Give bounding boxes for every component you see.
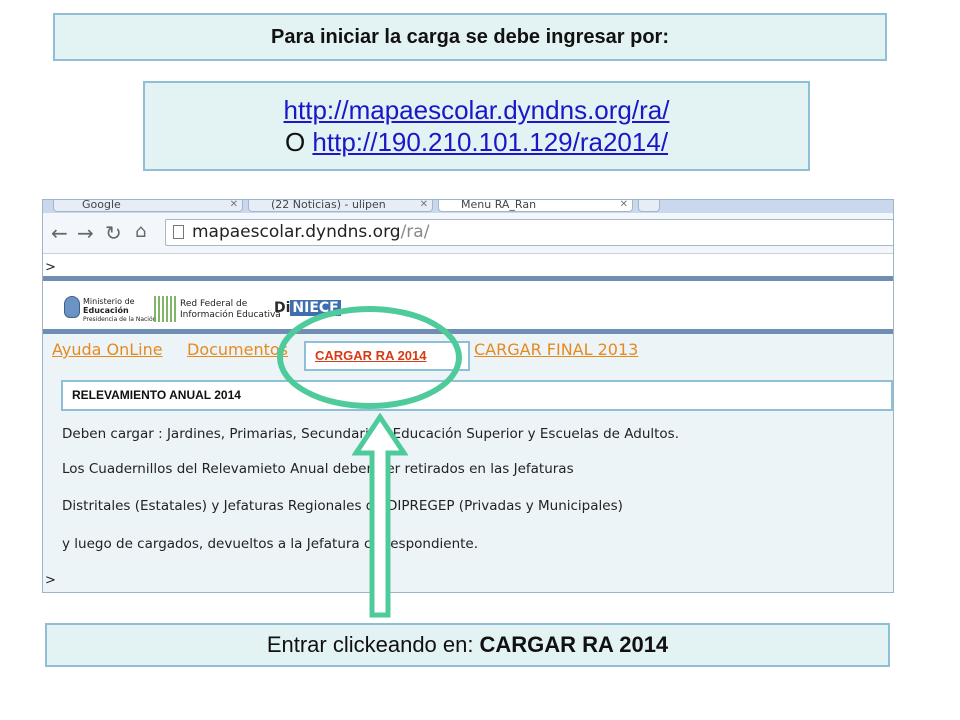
ministry-line1: Ministerio de xyxy=(83,297,135,306)
red-line1: Red Federal de xyxy=(180,299,248,309)
tab-label: Menu RA_Ran xyxy=(461,200,537,211)
browser-tab-bar: Google ✕ (22 Noticias) - ulipen ✕ Menu RA_… xyxy=(43,200,893,213)
forward-icon[interactable]: → xyxy=(77,221,94,245)
tab-label: (22 Noticias) - ulipen xyxy=(271,200,386,211)
page-icon xyxy=(173,225,184,239)
browser-screenshot: Google ✕ (22 Noticias) - ulipen ✕ Menu RA_… xyxy=(42,199,894,593)
header-banner: Para iniciar la carga se debe ingresar p… xyxy=(53,13,887,61)
ministry-line2: Educación xyxy=(83,306,129,315)
instruction-target: CARGAR RA 2014 xyxy=(479,632,669,657)
primary-url-link[interactable]: http://mapaescolar.dyndns.org/ra/ xyxy=(284,95,670,125)
info-paragraph-4: y luego de cargados, devueltos a la Jefa… xyxy=(62,536,479,552)
header-title: Para iniciar la carga se debe ingresar p… xyxy=(271,25,669,48)
dinfece-a: Di xyxy=(274,300,291,316)
url-banner: http://mapaescolar.dyndns.org/ra/ O http… xyxy=(143,81,810,171)
new-tab-button[interactable] xyxy=(638,200,660,212)
address-path: /ra/ xyxy=(400,222,430,242)
home-icon[interactable]: ⌂ xyxy=(135,221,146,242)
ministry-logo: Ministerio de Educación Presidencia de l… xyxy=(83,297,156,324)
address-bar[interactable]: mapaescolar.dyndns.org/ra/ xyxy=(165,219,893,246)
menu-ayuda-online[interactable]: Ayuda OnLine xyxy=(52,340,163,359)
instruction-text: Entrar clickeando en: xyxy=(266,632,474,657)
ministry-line3: Presidencia de la Nación xyxy=(83,316,157,323)
close-icon[interactable]: ✕ xyxy=(230,200,238,210)
red-federal-logo-icon xyxy=(154,296,176,322)
back-icon[interactable]: ← xyxy=(51,221,68,245)
up-arrow-icon xyxy=(352,413,408,618)
instruction-banner: Entrar clickeando en: CARGAR RA 2014 xyxy=(45,623,890,667)
close-icon[interactable]: ✕ xyxy=(620,200,628,210)
browser-tab-facebook[interactable]: (22 Noticias) - ulipen ✕ xyxy=(248,200,433,212)
info-paragraph-3: Distritales (Estatales) y Jefaturas Regi… xyxy=(62,498,623,514)
address-host: mapaescolar.dyndns.org xyxy=(192,222,401,242)
secondary-url-link[interactable]: http://190.210.101.129/ra2014/ xyxy=(312,127,668,157)
browser-tab-menu[interactable]: Menu RA_Ran ✕ xyxy=(438,200,633,212)
reload-icon[interactable]: ↻ xyxy=(105,221,122,245)
browser-tab-google[interactable]: Google ✕ xyxy=(53,200,243,212)
menu-documentos[interactable]: Documentos xyxy=(187,340,288,359)
relevamiento-title: RELEVAMIENTO ANUAL 2014 xyxy=(72,388,241,402)
highlight-ellipse xyxy=(277,306,462,409)
ministry-emblem-icon xyxy=(64,296,80,318)
red-line2: Información Educativa xyxy=(180,310,281,320)
menu-cargar-final-2013[interactable]: CARGAR FINAL 2013 xyxy=(474,340,638,359)
alt-prefix: O xyxy=(284,127,306,157)
tab-label: Google xyxy=(82,200,121,211)
prompt-marker-bottom: > xyxy=(45,573,56,588)
close-icon[interactable]: ✕ xyxy=(420,200,428,210)
browser-toolbar: ← → ↻ ⌂ mapaescolar.dyndns.org/ra/ xyxy=(43,213,893,254)
divider-band xyxy=(43,276,893,281)
info-paragraph-2: Los Cuadernillos del Relevamieto Anual d… xyxy=(62,461,574,477)
relevamiento-heading: RELEVAMIENTO ANUAL 2014 xyxy=(61,380,893,411)
logo-band: Ministerio de Educación Presidencia de l… xyxy=(43,285,893,329)
red-federal-logo: Red Federal de Información Educativa xyxy=(180,299,281,321)
prompt-marker: > xyxy=(45,260,56,275)
